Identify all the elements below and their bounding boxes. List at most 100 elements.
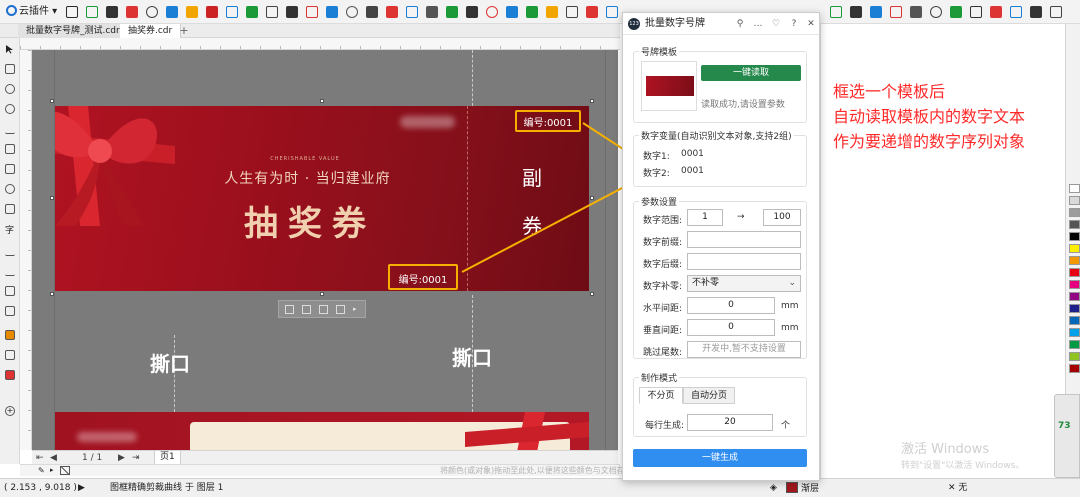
- no-color-swatch[interactable]: [60, 466, 70, 475]
- skip-digits-input[interactable]: 开发中,暂不支持设置: [687, 341, 801, 358]
- prefix-input[interactable]: [687, 231, 801, 248]
- image-green-icon[interactable]: [446, 6, 458, 18]
- fill-indicator[interactable]: 渐层: [786, 482, 819, 495]
- monitor-icon[interactable]: [406, 6, 418, 18]
- red-frame-icon[interactable]: [306, 6, 318, 18]
- pin-icon[interactable]: ⚲: [735, 18, 745, 30]
- yellow-tool-icon[interactable]: [546, 6, 558, 18]
- select-frame-icon[interactable]: [66, 6, 78, 18]
- c-tool-icon[interactable]: [526, 6, 538, 18]
- drop-shadow-icon[interactable]: [5, 286, 15, 296]
- red-tool-icon[interactable]: [126, 6, 138, 18]
- add-tool-icon[interactable]: +: [5, 406, 15, 416]
- selection-handle[interactable]: [590, 99, 594, 103]
- selection-handle[interactable]: [590, 196, 594, 200]
- blue-square-icon[interactable]: [606, 6, 618, 18]
- more-icon[interactable]: …: [753, 18, 763, 30]
- red-square-icon[interactable]: [586, 6, 598, 18]
- fill-tool-icon[interactable]: ◈: [770, 482, 777, 495]
- green-frame-icon[interactable]: [86, 6, 98, 18]
- right-tool-6-icon[interactable]: [930, 6, 942, 18]
- add-tab-icon[interactable]: +: [178, 25, 190, 37]
- right-tool-10-icon[interactable]: [1010, 6, 1022, 18]
- eyedropper-icon[interactable]: ✎: [38, 465, 45, 476]
- tab-no-paging[interactable]: 不分页: [639, 387, 683, 404]
- play-icon[interactable]: ▶: [78, 482, 85, 495]
- selection-handle[interactable]: [320, 99, 324, 103]
- next-page-icon[interactable]: ▶: [118, 452, 125, 464]
- right-tool-7-icon[interactable]: [950, 6, 962, 18]
- freehand-tool-icon[interactable]: [5, 124, 15, 134]
- text-style-icon[interactable]: [186, 6, 198, 18]
- swatch-purple[interactable]: [1069, 292, 1080, 301]
- edit-icon[interactable]: [285, 305, 294, 314]
- lock-edit-icon[interactable]: [336, 305, 345, 314]
- right-tool-9-icon[interactable]: [990, 6, 1002, 18]
- blue-tool-icon[interactable]: [166, 6, 178, 18]
- right-tool-8-icon[interactable]: [970, 6, 982, 18]
- swatch-dark-gray[interactable]: [1069, 220, 1080, 229]
- layout-icon[interactable]: [566, 6, 578, 18]
- selection-handle[interactable]: [50, 292, 54, 296]
- swatch-red[interactable]: [1069, 268, 1080, 277]
- crop-edit-icon[interactable]: [302, 305, 311, 314]
- right-tool-3-icon[interactable]: [870, 6, 882, 18]
- image-edit-icon[interactable]: [319, 305, 328, 314]
- swatch-orange[interactable]: [1069, 256, 1080, 265]
- right-tool-12-icon[interactable]: [1050, 6, 1062, 18]
- selection-handle[interactable]: [590, 292, 594, 296]
- performance-gauge[interactable]: 73: [1054, 394, 1080, 478]
- swatch-light-gray[interactable]: [1069, 196, 1080, 205]
- tab-auto-paging[interactable]: 自动分页: [683, 387, 735, 404]
- connector-tool-icon[interactable]: [5, 266, 15, 276]
- rotate-tool-icon[interactable]: [146, 6, 158, 18]
- outline-indicator[interactable]: ✕ 无: [948, 482, 967, 495]
- text-tool-icon[interactable]: [206, 6, 218, 18]
- green-tool-icon[interactable]: [246, 6, 258, 18]
- generate-button[interactable]: 一键生成: [633, 449, 807, 467]
- plugin-menu[interactable]: 云插件 ▾: [6, 5, 57, 19]
- number-123-icon[interactable]: [466, 6, 478, 18]
- barcode-icon[interactable]: [286, 6, 298, 18]
- more-options-icon[interactable]: ▸: [353, 305, 362, 314]
- range-end-input[interactable]: 100: [763, 209, 801, 226]
- selection-handle[interactable]: [50, 196, 54, 200]
- right-tool-2-icon[interactable]: [850, 6, 862, 18]
- selection-handle[interactable]: [50, 99, 54, 103]
- selection-handle[interactable]: [320, 292, 324, 296]
- shield-icon[interactable]: ♡: [771, 18, 781, 30]
- drawing-canvas[interactable]: CHERISHABLE VALUE 人生有为时 · 当归建业府 抽奖券 副 券 …: [32, 50, 618, 450]
- swatch-yellow[interactable]: [1069, 244, 1080, 253]
- pick-tool-icon[interactable]: [5, 44, 15, 54]
- interactive-fill-icon[interactable]: [5, 350, 15, 360]
- frame-blue-icon[interactable]: [226, 6, 238, 18]
- crop-tool-icon[interactable]: [5, 84, 15, 94]
- table-icon[interactable]: [506, 6, 518, 18]
- raffle-ticket-copy[interactable]: [55, 412, 589, 450]
- zero-pad-select[interactable]: 不补零 ⌄: [687, 275, 801, 292]
- first-page-icon[interactable]: ⇤: [36, 452, 44, 464]
- doc-tab-batch-test[interactable]: 批量数字号牌_测试.cdr: [18, 24, 129, 38]
- color-eyedropper-icon[interactable]: [5, 330, 15, 340]
- right-tool-4-icon[interactable]: [890, 6, 902, 18]
- swatch-blue[interactable]: [1069, 316, 1080, 325]
- grid-tool-icon[interactable]: [106, 6, 118, 18]
- page-tab-1[interactable]: 页1: [154, 451, 181, 465]
- template-thumbnail[interactable]: [641, 61, 697, 111]
- read-template-button[interactable]: 一键读取: [701, 65, 801, 81]
- right-tool-1-icon[interactable]: [830, 6, 842, 18]
- swatch-cyan[interactable]: [1069, 328, 1080, 337]
- last-page-icon[interactable]: ⇥: [132, 452, 140, 464]
- tag-tool-icon[interactable]: [366, 6, 378, 18]
- swatch-black[interactable]: [1069, 232, 1080, 241]
- pen-tool-icon[interactable]: [386, 6, 398, 18]
- zoom-tool-icon[interactable]: [5, 104, 15, 114]
- palette-menu-icon[interactable]: ▸: [50, 465, 54, 476]
- doc-tab-raffle-ticket[interactable]: 抽奖券.cdr: [120, 24, 182, 38]
- ellipse-tool-icon[interactable]: [5, 184, 15, 194]
- suffix-input[interactable]: [687, 253, 801, 270]
- swatch-magenta[interactable]: [1069, 280, 1080, 289]
- circle-red-icon[interactable]: [486, 6, 498, 18]
- right-tool-11-icon[interactable]: [1030, 6, 1042, 18]
- shape-tool-icon[interactable]: [5, 64, 15, 74]
